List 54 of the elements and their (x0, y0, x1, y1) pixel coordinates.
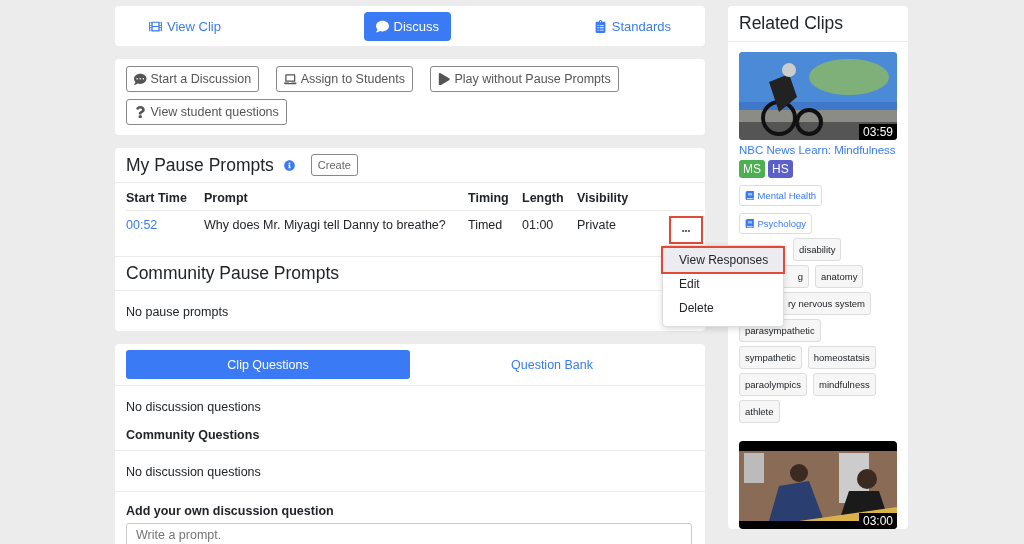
nav-tab[interactable]: View Clip (137, 11, 233, 41)
subject-tag[interactable]: Psychology (739, 213, 813, 234)
menu-item[interactable]: View Responses (663, 248, 783, 272)
keyword-tag[interactable]: athlete (739, 400, 780, 423)
column-header: Prompt (204, 183, 468, 211)
column-header: Start Time (126, 183, 204, 211)
more-button[interactable]: ••• (669, 216, 703, 244)
keyword-tag[interactable]: paraolympics (739, 373, 807, 396)
subject-tag[interactable]: Mental Health (739, 185, 823, 206)
info-icon[interactable] (283, 159, 295, 171)
keyword-tag[interactable]: mindfulness (812, 373, 876, 396)
table-cell-text: 01:00 (522, 217, 555, 234)
duration-badge: 03:59 (858, 124, 897, 140)
empty-message: No discussion questions (125, 399, 262, 416)
section-title: My Pause Prompts (126, 154, 274, 176)
keyword-tag[interactable]: anatomy (815, 265, 864, 288)
grade-badge: HS (768, 160, 793, 178)
empty-message: No discussion questions (115, 451, 705, 492)
speech-bubble-icon (375, 19, 389, 33)
column-header: Visibility (577, 183, 649, 211)
column-header: Length (522, 183, 577, 211)
clipboard-icon (593, 19, 607, 33)
clip-title-link[interactable]: NBC News Learn: Mindfulness (739, 144, 896, 156)
create-button[interactable]: Create (310, 154, 358, 176)
speech-bubble-icon (134, 72, 147, 86)
panel-title: Related Clips (728, 6, 908, 42)
keyword-tag[interactable]: sympathetic (739, 346, 802, 369)
table-cell-text: Timed (468, 217, 504, 234)
action-button[interactable]: Start a Discussion (126, 66, 260, 92)
action-button[interactable]: Assign to Students (276, 66, 413, 92)
keyword-tag[interactable]: homeostatsis (807, 346, 876, 369)
subsection-title: Add your own discussion question (125, 503, 335, 520)
keyword-tag[interactable]: disability (793, 238, 842, 261)
play-icon (437, 72, 451, 86)
duration-badge: 03:00 (858, 513, 897, 529)
table-cell-text: Private (577, 217, 617, 234)
start-time-link[interactable]: 00:52 (126, 211, 204, 256)
film-icon (149, 19, 162, 33)
subsection-title: Community Questions (115, 422, 705, 451)
column-header: Timing (468, 183, 522, 211)
prompt-field[interactable]: Write a prompt. (126, 523, 692, 544)
action-button[interactable]: Play without Pause Prompts (429, 66, 619, 92)
grade-badge: MS (739, 160, 765, 178)
question-tab[interactable]: Clip Questions (126, 350, 410, 379)
empty-message: No pause prompts (126, 305, 229, 319)
book-icon (745, 190, 755, 201)
laptop-icon (284, 72, 297, 86)
action-button[interactable]: View student questions (126, 99, 287, 125)
book-icon (745, 218, 755, 229)
section-title: Community Pause Prompts (126, 263, 339, 284)
nav-tab[interactable]: Discuss (363, 11, 452, 41)
nav-tab[interactable]: Standards (581, 11, 683, 41)
question-icon (134, 105, 147, 119)
table-cell-text: Why does Mr. Miyagi tell Danny to breathe? (204, 217, 447, 234)
